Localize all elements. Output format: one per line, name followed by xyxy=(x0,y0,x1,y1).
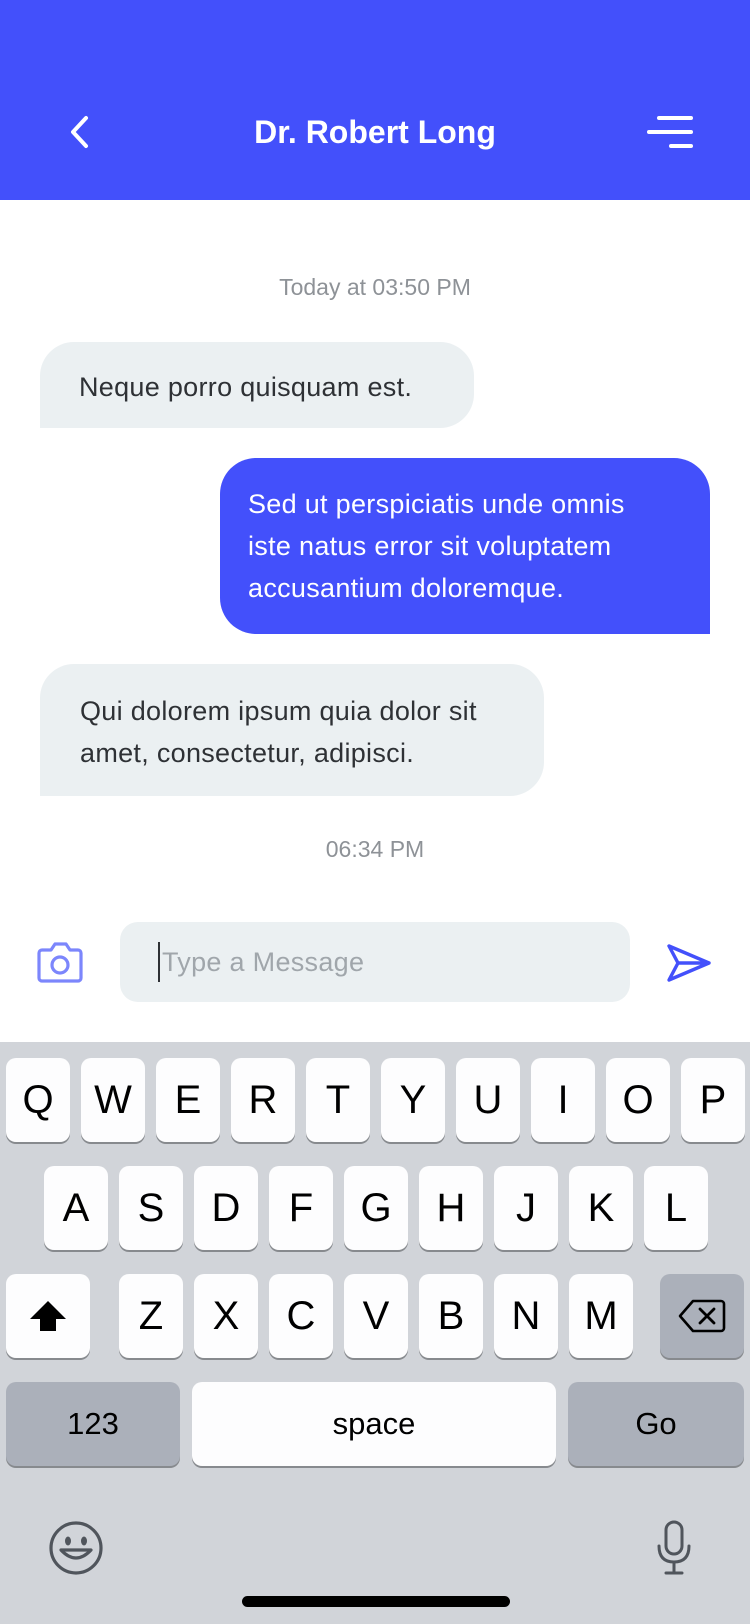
message-text: Neque porro quisquam est. xyxy=(79,372,413,402)
menu-lines-icon xyxy=(647,116,693,148)
key-r[interactable]: R xyxy=(231,1058,295,1142)
space-key[interactable]: space xyxy=(192,1382,556,1466)
timestamp-bottom: 06:34 PM xyxy=(325,836,425,862)
menu-button[interactable] xyxy=(645,112,695,152)
microphone-icon xyxy=(657,1520,691,1575)
key-k[interactable]: K xyxy=(569,1166,633,1250)
numbers-key[interactable]: 123 xyxy=(6,1382,180,1466)
key-c[interactable]: C xyxy=(269,1274,333,1358)
key-e[interactable]: E xyxy=(156,1058,220,1142)
key-v[interactable]: V xyxy=(344,1274,408,1358)
key-z[interactable]: Z xyxy=(119,1274,183,1358)
shift-key[interactable] xyxy=(6,1274,90,1358)
key-p[interactable]: P xyxy=(681,1058,745,1142)
camera-icon xyxy=(37,942,83,983)
message-incoming[interactable]: Qui dolorem ipsum quia dolor sit amet, c… xyxy=(40,664,544,796)
message-text: Sed ut perspiciatis unde omnis xyxy=(248,489,625,519)
text-caret xyxy=(158,942,160,982)
key-h[interactable]: H xyxy=(419,1166,483,1250)
message-input-placeholder: Type a Message xyxy=(162,946,365,977)
key-q[interactable]: Q xyxy=(6,1058,70,1142)
message-incoming[interactable]: Neque porro quisquam est. xyxy=(40,342,474,428)
page-title: Dr. Robert Long xyxy=(254,114,496,150)
key-f[interactable]: F xyxy=(269,1166,333,1250)
key-j[interactable]: J xyxy=(494,1166,558,1250)
key-y[interactable]: Y xyxy=(381,1058,445,1142)
key-g[interactable]: G xyxy=(344,1166,408,1250)
timestamp-top: Today at 03:50 PM xyxy=(279,274,471,300)
key-u[interactable]: U xyxy=(456,1058,520,1142)
message-text: Qui dolorem ipsum quia dolor sit xyxy=(80,696,477,726)
message-outgoing[interactable]: Sed ut perspiciatis unde omnis iste natu… xyxy=(220,458,710,634)
chat-header: Dr. Robert Long xyxy=(0,0,750,200)
message-text: amet, consectetur, adipisci. xyxy=(80,738,415,768)
key-x[interactable]: X xyxy=(194,1274,258,1358)
backspace-key[interactable] xyxy=(660,1274,744,1358)
send-button[interactable] xyxy=(666,942,712,984)
key-m[interactable]: M xyxy=(569,1274,633,1358)
key-a[interactable]: A xyxy=(44,1166,108,1250)
message-text: iste natus error sit voluptatem xyxy=(248,531,612,561)
key-t[interactable]: T xyxy=(306,1058,370,1142)
emoji-icon xyxy=(49,1521,103,1575)
home-indicator[interactable] xyxy=(242,1596,510,1607)
shift-icon xyxy=(30,1301,66,1331)
key-i[interactable]: I xyxy=(531,1058,595,1142)
camera-button[interactable] xyxy=(36,940,84,984)
backspace-icon xyxy=(678,1299,726,1333)
send-icon xyxy=(667,944,711,982)
key-l[interactable]: L xyxy=(644,1166,708,1250)
key-b[interactable]: B xyxy=(419,1274,483,1358)
keyboard: Q W E R T Y U I O P A S D F G H J K L Z … xyxy=(0,1042,750,1624)
key-s[interactable]: S xyxy=(119,1166,183,1250)
key-w[interactable]: W xyxy=(81,1058,145,1142)
emoji-button[interactable] xyxy=(48,1520,104,1576)
key-n[interactable]: N xyxy=(494,1274,558,1358)
key-d[interactable]: D xyxy=(194,1166,258,1250)
message-input[interactable]: Type a Message xyxy=(120,922,630,1002)
message-text: accusantium doloremque. xyxy=(248,573,565,603)
microphone-button[interactable] xyxy=(656,1520,692,1576)
go-key[interactable]: Go xyxy=(568,1382,744,1466)
key-o[interactable]: O xyxy=(606,1058,670,1142)
